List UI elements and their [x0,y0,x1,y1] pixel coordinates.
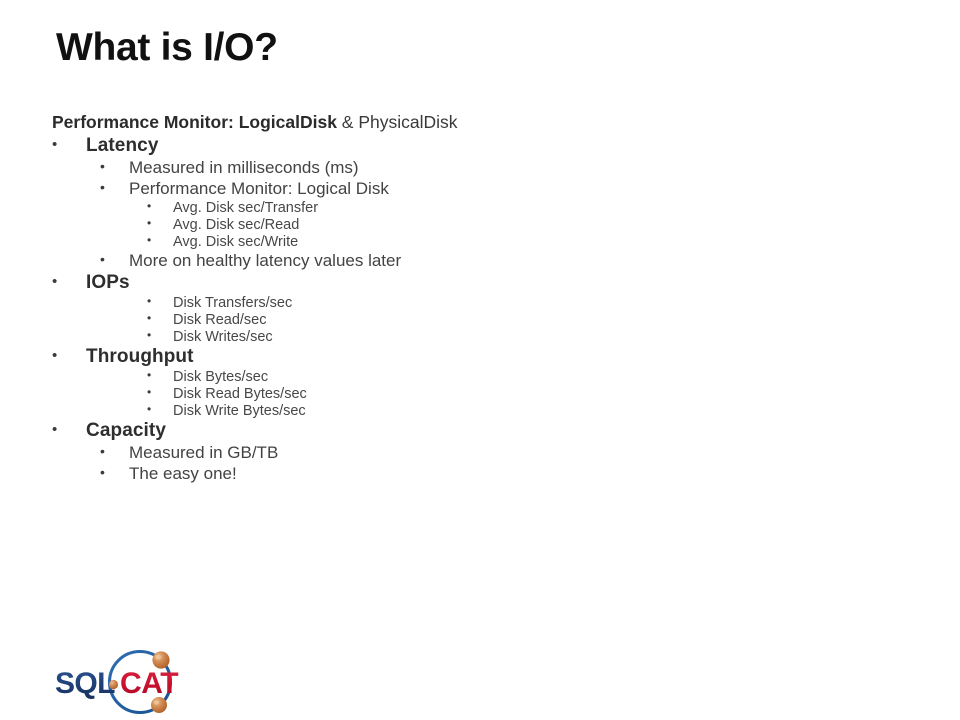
list-item-label: Avg. Disk sec/Read [173,217,300,233]
bullet-icon: • [147,402,152,416]
list-item-label: IOPs [86,272,130,293]
bullet-icon: • [100,251,105,267]
sqlcat-logo: SQL CAT [28,645,198,717]
bullet-icon: • [52,273,58,290]
list-item-latency: • Latency [48,135,688,157]
list-item: • Disk Write Bytes/sec [48,403,688,419]
bullet-icon: • [147,328,152,342]
list-item-lead: Performance Monitor: [52,112,239,132]
bullet-icon: • [100,158,105,174]
list-item-label: The easy one! [129,464,237,483]
bullet-icon: • [52,347,58,364]
list-item-label: Avg. Disk sec/Write [173,234,299,250]
list-item-label: Latency [86,135,159,156]
list-item-label: More on healthy latency values later [129,251,402,270]
list-item-label: Disk Write Bytes/sec [173,403,306,419]
list-item-label: Measured in GB/TB [129,443,279,462]
bullet-icon: • [147,385,152,399]
bullet-icon: • [100,464,105,480]
list-item: • Avg. Disk sec/Read [48,217,688,233]
list-item-capacity: • Capacity [48,420,688,442]
logo-node-highlight-top-icon [155,654,162,660]
slide-canvas: What is I/O? Performance Monitor: Logica… [0,0,960,720]
list-item: • More on healthy latency values later [48,251,688,271]
list-item-label: Disk Read/sec [173,312,267,328]
list-item-label: Capacity [86,420,167,441]
list-item: • Disk Read Bytes/sec [48,386,688,402]
list-item-label: Disk Writes/sec [173,329,273,345]
list-item-label: Disk Bytes/sec [173,369,269,385]
logo-node-highlight-bottom-icon [153,700,160,705]
bullet-icon: • [52,421,58,438]
list-item-label: Disk Read Bytes/sec [173,386,307,402]
bullet-icon: • [147,294,152,308]
list-item: • Disk Read/sec [48,312,688,328]
list-item: • Avg. Disk sec/Transfer [48,200,688,216]
list-item-tail: & PhysicalDisk [336,112,458,132]
list-item: • Disk Bytes/sec [48,369,688,385]
bullet-icon: • [147,199,152,213]
list-item-label: Performance Monitor: Logical Disk [129,179,389,198]
list-item: • Measured in milliseconds (ms) [48,158,688,178]
logo-node-sphere-top-icon [152,651,170,669]
list-item-iops: • IOPs [48,272,688,294]
bullet-icon: • [147,216,152,230]
list-item-label: Avg. Disk sec/Transfer [173,200,319,216]
list-item: • Disk Writes/sec [48,329,688,345]
list-item-throughput: • Throughput [48,346,688,368]
logo-text-sql: SQL [55,667,115,700]
page-title: What is I/O? [56,26,278,69]
bullet-icon: • [100,443,105,459]
list-item: • Measured in GB/TB [48,443,688,463]
logo-connector-dot-icon [108,679,119,690]
bullet-icon: • [147,233,152,247]
bullet-icon: • [52,136,58,153]
bullet-icon: • [147,311,152,325]
list-item-label: Performance Monitor: LogicalDisk & Physi… [52,112,458,133]
list-item: • The easy one! [48,464,688,484]
logo-text-cat: CAT [120,667,178,700]
list-item: • Avg. Disk sec/Write [48,234,688,250]
bullet-list: Performance Monitor: LogicalDisk & Physi… [48,112,688,485]
list-item: • Disk Transfers/sec [48,295,688,311]
list-item-label: Measured in milliseconds (ms) [129,158,359,177]
bullet-icon: • [147,368,152,382]
logo-node-sphere-bottom-icon [151,697,167,713]
list-item: Performance Monitor: LogicalDisk & Physi… [48,112,688,133]
list-item-label: Disk Transfers/sec [173,295,293,311]
list-item-strong: LogicalDisk [238,112,337,132]
list-item: • Performance Monitor: Logical Disk [48,179,688,199]
bullet-icon: • [100,179,105,195]
list-item-label: Throughput [86,346,194,367]
